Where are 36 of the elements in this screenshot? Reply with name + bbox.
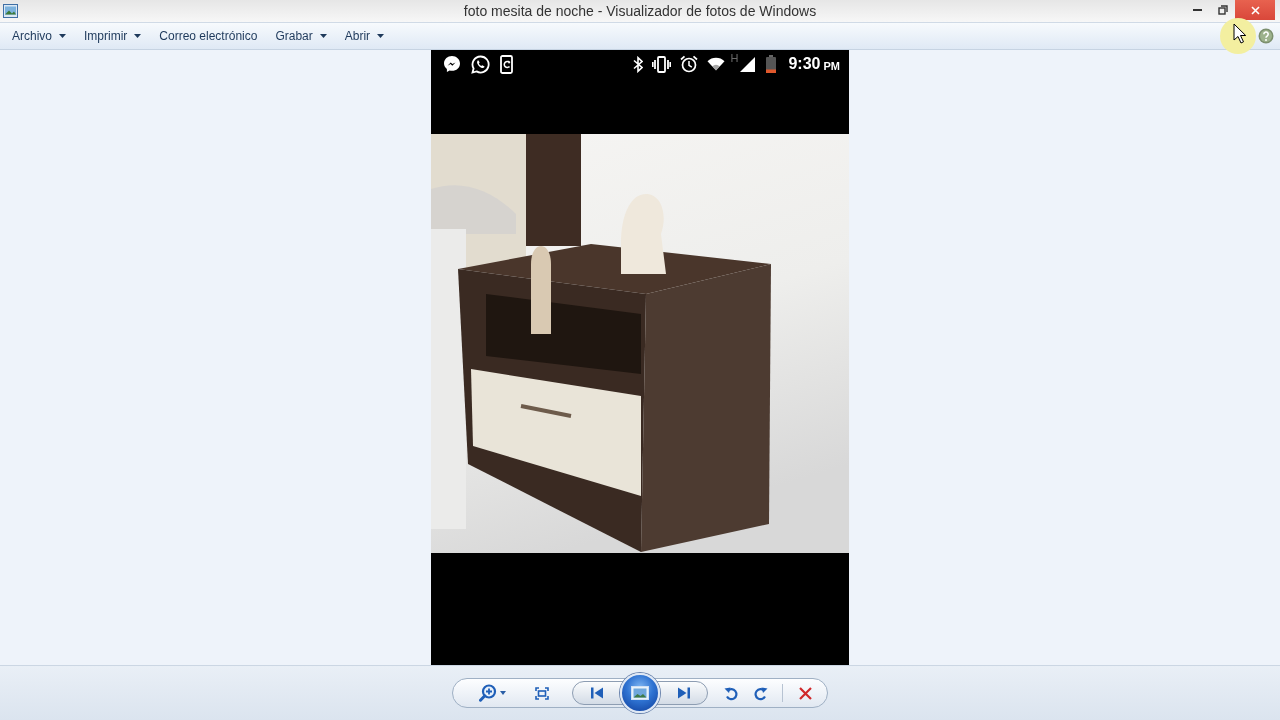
menu-item[interactable]: Correo electrónico	[151, 25, 266, 47]
help-icon[interactable]	[1258, 28, 1274, 44]
restore-icon	[1217, 5, 1228, 15]
chat-bubble-icon	[443, 55, 461, 73]
fit-window-icon	[535, 686, 549, 700]
battery-icon	[766, 55, 777, 73]
rotate-right-icon	[754, 685, 768, 701]
menu-item[interactable]: Archivo	[4, 25, 74, 47]
zoom-button[interactable]	[478, 682, 506, 704]
clock-period: PM	[823, 59, 840, 72]
vibrate-icon	[651, 55, 671, 73]
mouse-pointer-icon	[1220, 18, 1256, 54]
close-button[interactable]	[1235, 0, 1275, 20]
menu-item[interactable]: Grabar	[267, 25, 335, 47]
menu-item[interactable]: Abrir	[336, 25, 393, 47]
clock-time: 9:30	[788, 55, 821, 73]
close-icon	[1250, 5, 1260, 15]
bluetooth-icon	[632, 55, 643, 73]
picture-icon	[631, 686, 649, 700]
signal-icon	[740, 56, 756, 72]
caret-icon	[499, 691, 506, 695]
menu-item[interactable]: Imprimir	[76, 25, 150, 47]
skip-back-icon	[589, 687, 604, 699]
network-type-label: H	[730, 52, 739, 64]
zoom-in-icon	[478, 684, 497, 702]
window-title: foto mesita de noche - Visualizador de fotos de Windows	[463, 3, 817, 19]
phone-bubble-icon	[471, 54, 490, 74]
alarm-clock-icon	[679, 55, 698, 73]
minimize-icon	[1193, 9, 1202, 11]
wifi-icon	[706, 57, 725, 71]
skip-forward-icon	[676, 687, 691, 699]
app-icon	[3, 4, 18, 18]
slideshow-button[interactable]	[620, 673, 660, 713]
rotate-left-icon	[724, 685, 738, 701]
delete-icon	[798, 686, 812, 700]
phone-sync-icon	[500, 54, 514, 74]
